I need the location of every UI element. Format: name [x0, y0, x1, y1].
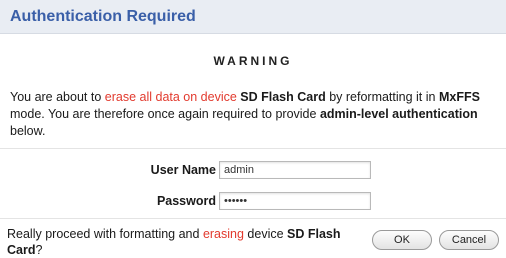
password-label: Password [156, 194, 216, 208]
cancel-button[interactable]: Cancel [439, 230, 499, 250]
message-auth-level: admin-level authentication [319, 107, 478, 121]
confirm-message: Really proceed with formatting and erasi… [7, 226, 352, 258]
password-input[interactable] [219, 192, 371, 210]
warning-heading: WARNING [213, 54, 293, 68]
divider [0, 148, 506, 149]
ok-button[interactable]: OK [372, 230, 432, 250]
divider [0, 218, 506, 219]
username-row: User Name [0, 161, 506, 181]
confirm-text: device [243, 227, 288, 241]
warning-message: You are about to erase all data on devic… [10, 89, 496, 140]
confirm-text: Really proceed with formatting and [7, 227, 203, 241]
confirm-erase-highlight: erasing [202, 227, 244, 241]
dialog-titlebar: Authentication Required [0, 0, 506, 34]
username-input[interactable] [219, 161, 371, 179]
message-text: by reformatting it in [325, 90, 439, 104]
message-text: You are about to [10, 90, 105, 104]
message-device-name: SD Flash Card [240, 90, 326, 104]
message-mode-name: MxFFS [438, 90, 480, 104]
message-erase-highlight: erase all data on device [104, 90, 237, 104]
message-text: below. [10, 124, 46, 138]
password-row: Password [0, 192, 506, 212]
message-text: mode. You are therefore once again requi… [10, 107, 320, 121]
username-label: User Name [150, 163, 216, 177]
dialog-title: Authentication Required [10, 7, 196, 25]
authentication-dialog: Authentication Required WARNING You are … [0, 0, 506, 257]
confirm-text: ? [35, 243, 43, 257]
